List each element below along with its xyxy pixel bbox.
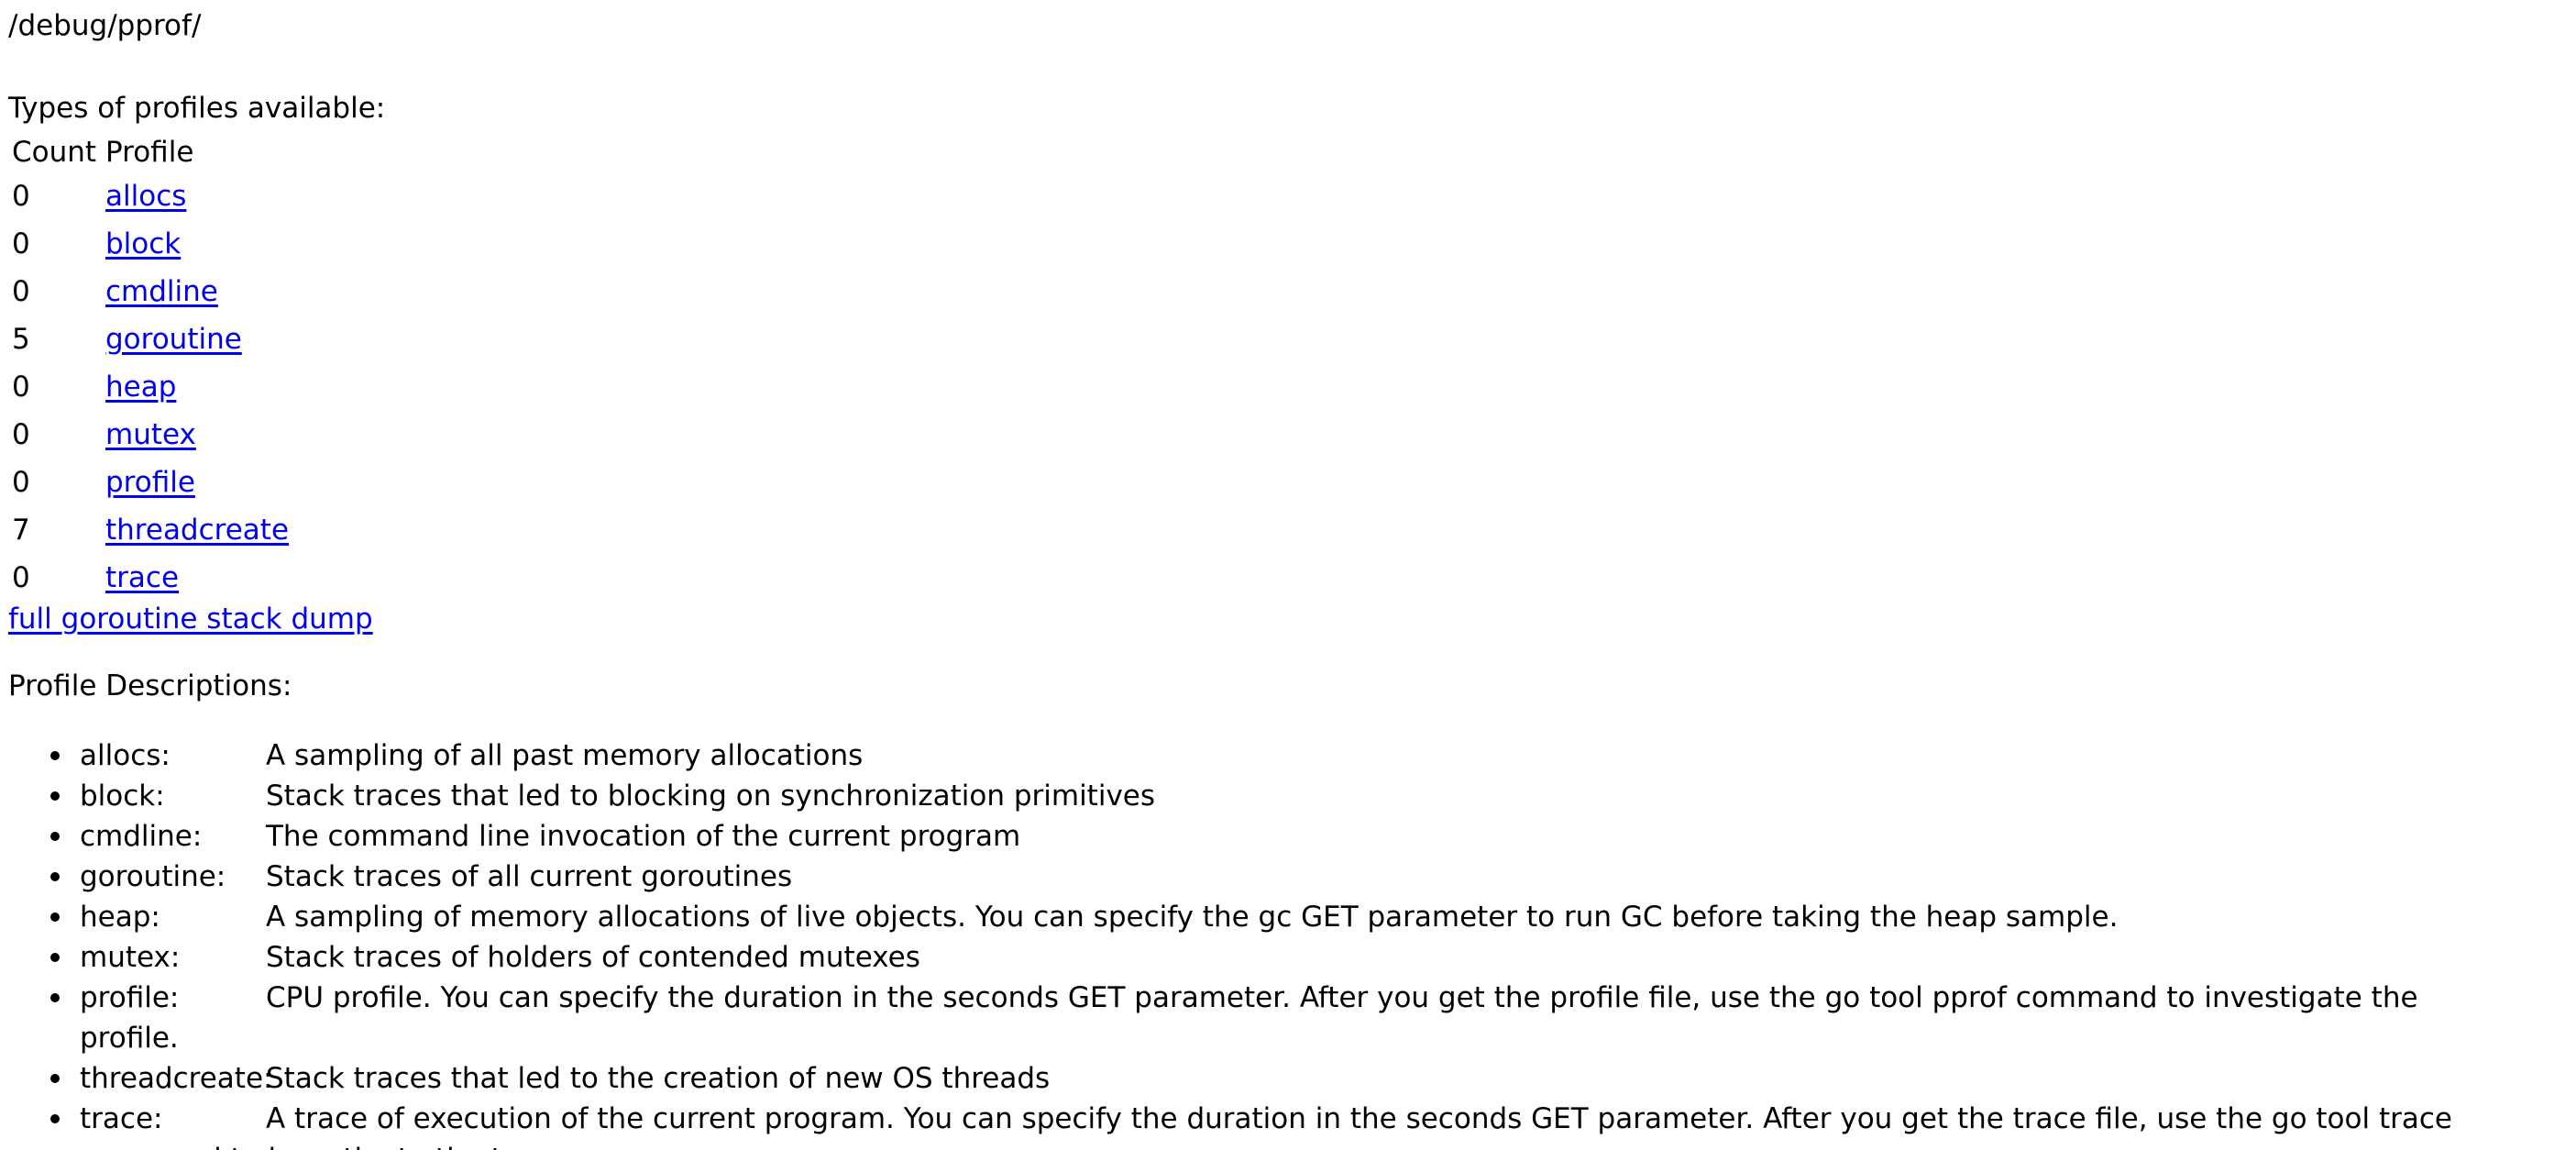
- table-row: 0 heap: [8, 363, 292, 411]
- description-profile-name: threadcreate:: [80, 1062, 273, 1095]
- profile-descriptions-list: allocs: A sampling of all past memory all…: [8, 735, 2502, 1150]
- profile-count: 5: [12, 323, 30, 356]
- column-header-count: Count: [12, 136, 97, 169]
- description-profile-name: cmdline:: [80, 820, 203, 853]
- table-row: 0 allocs: [8, 172, 292, 220]
- profile-cell: block: [102, 220, 292, 268]
- table-row: 5 goroutine: [8, 315, 292, 363]
- table-row: 0 trace: [8, 554, 292, 602]
- description-profile-name: profile:: [80, 981, 180, 1014]
- profile-descriptions-heading: Profile Descriptions:: [8, 669, 292, 702]
- description-profile-name: allocs:: [80, 739, 171, 772]
- list-item: profile: CPU profile. You can specify the…: [50, 978, 2502, 1058]
- full-goroutine-stack-dump-link[interactable]: full goroutine stack dump: [8, 603, 373, 636]
- profile-link-trace[interactable]: trace: [105, 561, 179, 594]
- profile-cell: threadcreate: [102, 506, 292, 554]
- list-item: mutex: Stack traces of holders of contend…: [50, 937, 2502, 978]
- list-item: allocs: A sampling of all past memory all…: [50, 735, 2502, 776]
- profile-link-allocs[interactable]: allocs: [105, 180, 186, 213]
- profile-link-profile[interactable]: profile: [105, 466, 195, 499]
- description-text: A sampling of all past memory allocation…: [266, 739, 864, 772]
- profile-cell: allocs: [102, 172, 292, 220]
- profiles-table-header-row: Count Profile: [8, 132, 292, 172]
- profile-cell: trace: [102, 554, 292, 602]
- pprof-index-page: /debug/pprof/ Types of profiles availabl…: [0, 0, 2576, 1150]
- profile-link-cmdline[interactable]: cmdline: [105, 275, 218, 308]
- profiles-available-heading: Types of profiles available:: [8, 92, 386, 125]
- profile-count: 0: [12, 370, 30, 404]
- list-item: heap: A sampling of memory allocations of…: [50, 897, 2502, 937]
- description-profile-name: mutex:: [80, 941, 181, 974]
- profile-link-heap[interactable]: heap: [105, 370, 176, 404]
- description-text: CPU profile. You can specify the duratio…: [80, 981, 2418, 1055]
- profile-count: 0: [12, 180, 30, 213]
- description-text: A trace of execution of the current prog…: [80, 1102, 2452, 1150]
- profile-count: 7: [12, 514, 30, 547]
- list-item: goroutine: Stack traces of all current go…: [50, 857, 2502, 897]
- table-row: 0 cmdline: [8, 268, 292, 315]
- list-item: cmdline: The command line invocation of t…: [50, 816, 2502, 857]
- profile-count: 0: [12, 466, 30, 499]
- profile-cell: mutex: [102, 411, 292, 459]
- description-text: Stack traces of all current goroutines: [266, 860, 793, 893]
- description-profile-name: goroutine:: [80, 860, 226, 893]
- profile-link-block[interactable]: block: [105, 227, 181, 260]
- profile-count: 0: [12, 227, 30, 260]
- profile-cell: heap: [102, 363, 292, 411]
- description-profile-name: block:: [80, 780, 165, 813]
- table-row: 0 block: [8, 220, 292, 268]
- profile-count: 0: [12, 275, 30, 308]
- list-item: threadcreate:Stack traces that led to th…: [50, 1058, 2502, 1099]
- profile-cell: cmdline: [102, 268, 292, 315]
- table-row: 7 threadcreate: [8, 506, 292, 554]
- profile-link-threadcreate[interactable]: threadcreate: [105, 514, 289, 547]
- list-item: block: Stack traces that led to blocking …: [50, 776, 2502, 816]
- description-text: Stack traces that led to blocking on syn…: [266, 780, 1156, 813]
- description-text: A sampling of memory allocations of live…: [266, 901, 2119, 934]
- profiles-table: Count Profile 0 allocs 0 block 0 cmdline…: [8, 132, 292, 602]
- list-item: trace: A trace of execution of the curren…: [50, 1099, 2502, 1150]
- page-path-title: /debug/pprof/: [8, 9, 202, 42]
- description-profile-name: heap:: [80, 901, 160, 934]
- profile-link-goroutine[interactable]: goroutine: [105, 323, 242, 356]
- description-text: Stack traces that led to the creation of…: [266, 1062, 1051, 1095]
- table-row: 0 mutex: [8, 411, 292, 459]
- profile-link-mutex[interactable]: mutex: [105, 418, 196, 451]
- profile-count: 0: [12, 418, 30, 451]
- table-row: 0 profile: [8, 459, 292, 506]
- description-profile-name: trace:: [80, 1102, 163, 1135]
- column-header-profile: Profile: [105, 136, 194, 169]
- description-text: The command line invocation of the curre…: [266, 820, 1021, 853]
- description-text: Stack traces of holders of contended mut…: [266, 941, 920, 974]
- profile-count: 0: [12, 561, 30, 594]
- profile-cell: profile: [102, 459, 292, 506]
- profile-cell: goroutine: [102, 315, 292, 363]
